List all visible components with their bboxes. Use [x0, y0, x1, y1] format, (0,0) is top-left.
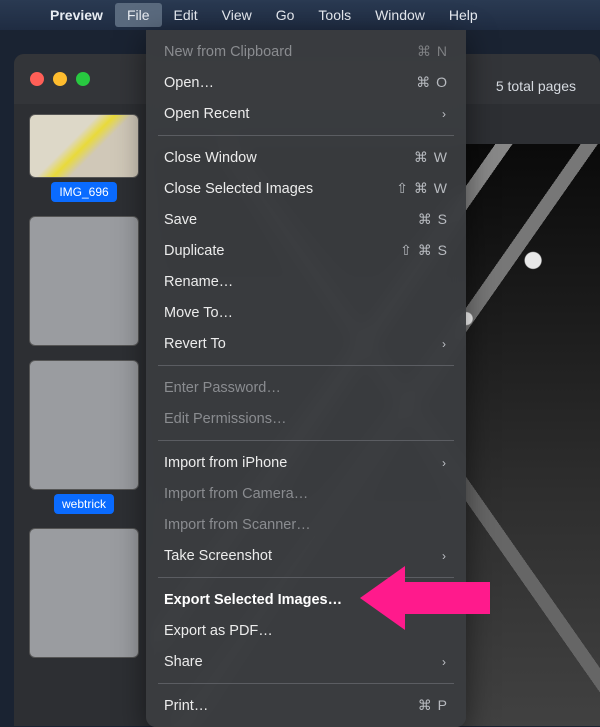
- menu-item-take-screenshot[interactable]: Take Screenshot›: [146, 540, 466, 571]
- menu-item-label: New from Clipboard: [164, 44, 417, 60]
- thumbnail[interactable]: [24, 528, 144, 658]
- menu-item-import-from-camera: Import from Camera…: [146, 478, 466, 509]
- menu-item-enter-password: Enter Password…: [146, 372, 466, 403]
- menu-item-label: Open…: [164, 75, 416, 91]
- chevron-right-icon: ›: [442, 107, 448, 121]
- menubar-view[interactable]: View: [210, 3, 264, 27]
- menubar-file[interactable]: File: [115, 3, 162, 27]
- menu-shortcut: ⇧ ⌘ S: [400, 242, 448, 259]
- chevron-right-icon: ›: [442, 337, 448, 351]
- menu-item-label: Close Window: [164, 150, 414, 166]
- menu-item-label: Revert To: [164, 336, 442, 352]
- chevron-right-icon: ›: [442, 549, 448, 563]
- menu-shortcut: ⌘ N: [417, 43, 448, 60]
- menu-item-label: Export as PDF…: [164, 623, 448, 639]
- zoom-window-icon[interactable]: [76, 72, 90, 86]
- menu-item-close-selected-images[interactable]: Close Selected Images⇧ ⌘ W: [146, 173, 466, 204]
- menu-shortcut: ⌘ O: [416, 74, 448, 91]
- menu-item-import-from-scanner: Import from Scanner…: [146, 509, 466, 540]
- menubar: Preview File Edit View Go Tools Window H…: [0, 0, 600, 30]
- menubar-edit[interactable]: Edit: [162, 3, 210, 27]
- chevron-right-icon: ›: [442, 655, 448, 669]
- menu-item-share[interactable]: Share›: [146, 646, 466, 677]
- menu-item-label: Take Screenshot: [164, 548, 442, 564]
- menu-item-rename[interactable]: Rename…: [146, 266, 466, 297]
- menu-divider: [158, 440, 454, 441]
- menu-item-open-recent[interactable]: Open Recent›: [146, 98, 466, 129]
- menu-item-move-to[interactable]: Move To…: [146, 297, 466, 328]
- menu-item-label: Print…: [164, 698, 418, 714]
- thumbnail-image[interactable]: [29, 528, 139, 658]
- menu-item-label: Import from iPhone: [164, 455, 442, 471]
- menubar-help[interactable]: Help: [437, 3, 490, 27]
- menu-shortcut: ⌘ P: [418, 697, 448, 714]
- thumbnail-label: webtrick: [54, 494, 114, 514]
- menubar-go[interactable]: Go: [264, 3, 307, 27]
- menubar-window[interactable]: Window: [363, 3, 437, 27]
- menu-item-label: Edit Permissions…: [164, 411, 448, 427]
- menu-item-label: Save: [164, 212, 418, 228]
- minimize-window-icon[interactable]: [53, 72, 67, 86]
- menu-item-print[interactable]: Print…⌘ P: [146, 690, 466, 721]
- thumbnail[interactable]: IMG_696: [24, 114, 144, 202]
- thumbnail[interactable]: [24, 216, 144, 346]
- menu-item-open[interactable]: Open…⌘ O: [146, 67, 466, 98]
- menu-item-label: Import from Scanner…: [164, 517, 448, 533]
- menu-item-label: Rename…: [164, 274, 448, 290]
- menu-item-label: Share: [164, 654, 442, 670]
- app-name[interactable]: Preview: [38, 7, 115, 23]
- menu-item-close-window[interactable]: Close Window⌘ W: [146, 142, 466, 173]
- menu-item-new-from-clipboard: New from Clipboard⌘ N: [146, 36, 466, 67]
- menu-divider: [158, 365, 454, 366]
- thumbnail-image[interactable]: [29, 216, 139, 346]
- chevron-right-icon: ›: [442, 456, 448, 470]
- thumbnail-image[interactable]: [29, 360, 139, 490]
- menu-divider: [158, 683, 454, 684]
- menu-item-label: Duplicate: [164, 243, 400, 259]
- menu-divider: [158, 135, 454, 136]
- thumbnail-label: IMG_696: [51, 182, 116, 202]
- window-controls[interactable]: [30, 72, 90, 86]
- menu-item-label: Close Selected Images: [164, 181, 396, 197]
- thumbnail[interactable]: webtrick: [24, 360, 144, 514]
- menu-item-label: Export Selected Images…: [164, 592, 448, 608]
- menu-item-label: Import from Camera…: [164, 486, 448, 502]
- menu-item-import-from-iphone[interactable]: Import from iPhone›: [146, 447, 466, 478]
- menu-item-duplicate[interactable]: Duplicate⇧ ⌘ S: [146, 235, 466, 266]
- close-window-icon[interactable]: [30, 72, 44, 86]
- menu-shortcut: ⌘ W: [414, 149, 448, 166]
- menu-item-revert-to[interactable]: Revert To›: [146, 328, 466, 359]
- menu-item-export-as-pdf[interactable]: Export as PDF…: [146, 615, 466, 646]
- menu-item-label: Move To…: [164, 305, 448, 321]
- menu-divider: [158, 577, 454, 578]
- thumbnail-sidebar[interactable]: IMG_696 webtrick: [24, 114, 144, 658]
- menu-item-save[interactable]: Save⌘ S: [146, 204, 466, 235]
- menu-item-edit-permissions: Edit Permissions…: [146, 403, 466, 434]
- menu-item-label: Enter Password…: [164, 380, 448, 396]
- menu-shortcut: ⌘ S: [418, 211, 448, 228]
- menu-shortcut: ⇧ ⌘ W: [396, 180, 448, 197]
- menu-item-export-selected-images[interactable]: Export Selected Images…: [146, 584, 466, 615]
- page-count-label: 5 total pages: [496, 78, 576, 94]
- menu-item-label: Open Recent: [164, 106, 442, 122]
- file-menu-dropdown: New from Clipboard⌘ NOpen…⌘ OOpen Recent…: [146, 30, 466, 727]
- thumbnail-image[interactable]: [29, 114, 139, 178]
- menubar-tools[interactable]: Tools: [306, 3, 363, 27]
